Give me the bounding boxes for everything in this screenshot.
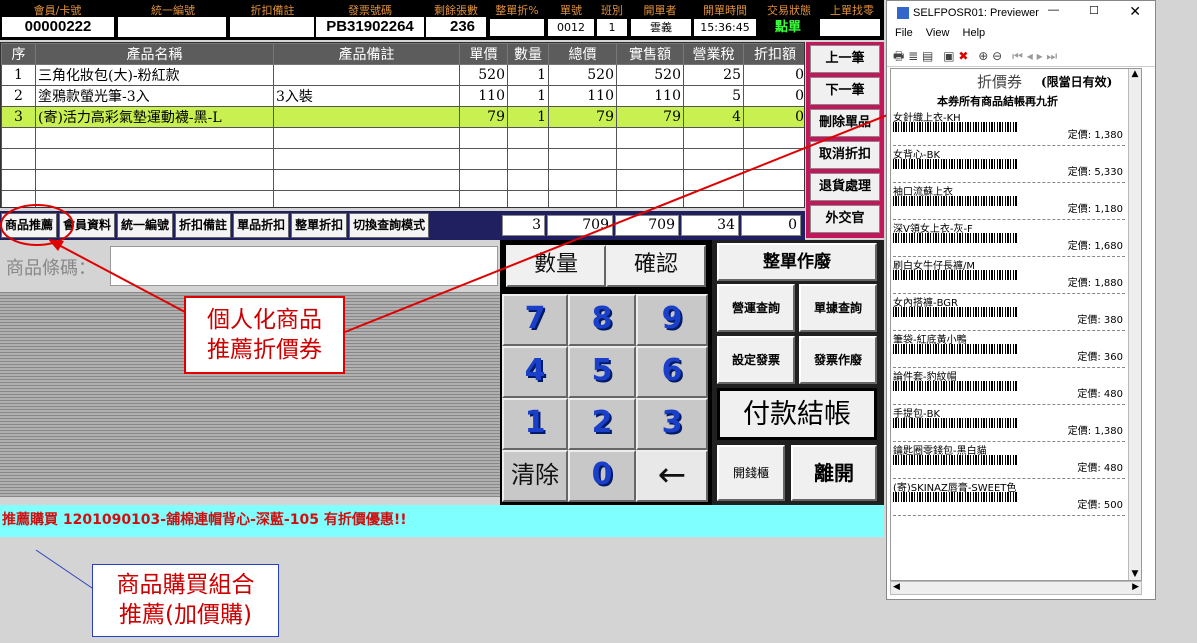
prev-page-icon[interactable]: ◂	[1027, 49, 1033, 63]
close-preview-icon[interactable]: ✖	[958, 49, 968, 63]
coupon-item-name: 女內搭褲-BGR	[893, 298, 958, 307]
coupon-item-name: 女針織上衣-KH	[893, 113, 961, 122]
coupon-item-name: 鑰匙圈零錢包-黑白貓	[893, 446, 987, 455]
coupon-callout-line2: 推薦折價券	[207, 337, 322, 363]
coupon-item: 論件套-豹紋帽定價: 480	[893, 368, 1125, 405]
vertical-scrollbar[interactable]: ▲ ▼	[1128, 69, 1141, 580]
coupon-document: 折價券 (限當日有效) 本券所有商品結帳再九折 女針織上衣-KH 定價: 1,38…	[890, 68, 1142, 581]
coupon-item: 深V領女上衣-灰-F 定價: 1,680	[893, 220, 1125, 257]
coupon-valid-note: (限當日有效)	[1041, 75, 1113, 89]
previewer-titlebar: SELFPOSR01: Previewer — ☐ ✕	[887, 1, 1155, 27]
scroll-right-icon[interactable]: ▶	[1132, 582, 1139, 592]
barcode	[893, 307, 1017, 317]
last-page-icon[interactable]: ⏭	[1046, 49, 1057, 63]
menu-file[interactable]: File	[895, 27, 913, 39]
previewer-title: SELFPOSR01: Previewer	[913, 7, 1039, 19]
coupon-item-price: 定價: 1,180	[1067, 204, 1123, 215]
zoom-out-icon[interactable]: ⊖	[992, 49, 1002, 63]
previewer-toolbar: 🖶 ≣ ▤ ▣ ✖ ⊕ ⊖ ⏮ ◂ ▸ ⏭	[887, 45, 1155, 67]
coupon-callout: 個人化商品 推薦折價券	[184, 296, 345, 374]
coupon-item-name: 女背心-BK	[893, 150, 941, 159]
coupon-item-name: 手提包-BK	[893, 409, 941, 418]
combo-callout-line1: 商品購買組合	[116, 572, 255, 598]
scroll-down-icon[interactable]: ▼	[1129, 569, 1141, 580]
coupon-item-price: 定價: 480	[1077, 389, 1123, 400]
coupon-item: 女內搭褲-BGR 定價: 380	[893, 294, 1125, 331]
maximize-icon[interactable]: ☐	[1089, 4, 1099, 17]
coupon-item-price: 定價: 1,380	[1067, 426, 1123, 437]
coupon-item: (寄)SKINAZ唇膏-SWEET色定價: 500	[893, 479, 1125, 516]
coupon-item-price: 定價: 1,880	[1067, 278, 1123, 289]
barcode	[893, 270, 1017, 280]
coupon-item-price: 定價: 1,380	[1067, 130, 1123, 141]
coupon-item-price: 定價: 360	[1077, 352, 1123, 363]
setup-icon[interactable]: ≣	[908, 49, 918, 63]
coupon-item-name: 論件套-豹紋帽	[893, 372, 957, 381]
export-icon[interactable]: ▣	[943, 49, 954, 63]
coupon-item: 女背心-BK 定價: 5,330	[893, 146, 1125, 183]
minimize-icon[interactable]: —	[1048, 4, 1059, 16]
first-page-icon[interactable]: ⏮	[1012, 49, 1023, 63]
barcode	[893, 344, 1017, 354]
coupon-item-name: 筆袋-紅底黃小鴨	[893, 335, 967, 344]
coupon-item-price: 定價: 480	[1077, 463, 1123, 474]
barcode	[893, 418, 1017, 428]
coupon-title: 折價券	[977, 73, 1023, 91]
coupon-item-name: 深V領女上衣-灰-F	[893, 224, 973, 233]
barcode	[893, 455, 1017, 465]
barcode	[893, 196, 1017, 206]
menu-help[interactable]: Help	[963, 27, 986, 39]
coupon-item-name: (寄)SKINAZ唇膏-SWEET色	[893, 483, 1017, 492]
barcode	[893, 381, 1017, 391]
next-page-icon[interactable]: ▸	[1037, 49, 1043, 63]
coupon-item: 袖口流蘇上衣定價: 1,180	[893, 183, 1125, 220]
scroll-left-icon[interactable]: ◀	[893, 582, 900, 592]
previewer-window: SELFPOSR01: Previewer — ☐ ✕ File View He…	[886, 0, 1156, 600]
coupon-item-price: 定價: 5,330	[1067, 167, 1123, 178]
coupon-callout-line1: 個人化商品	[207, 307, 322, 333]
save-icon[interactable]: ▤	[922, 49, 933, 63]
coupon-item-name: 刷白女牛仔長褲/M	[893, 261, 975, 270]
previewer-menubar: File View Help	[887, 27, 1155, 45]
combo-callout: 商品購買組合 推薦(加價購)	[92, 564, 279, 637]
barcode	[893, 233, 1017, 243]
close-icon[interactable]: ✕	[1129, 3, 1141, 20]
scroll-up-icon[interactable]: ▲	[1129, 69, 1141, 82]
coupon-item-price: 定價: 380	[1077, 315, 1123, 326]
barcode	[893, 122, 1017, 132]
app-icon	[897, 7, 909, 20]
coupon-item-name: 袖口流蘇上衣	[893, 187, 953, 196]
coupon-subtitle: 本券所有商品結帳再九折	[937, 95, 1058, 108]
menu-view[interactable]: View	[926, 27, 950, 39]
coupon-item: 刷白女牛仔長褲/M 定價: 1,880	[893, 257, 1125, 294]
horizontal-scrollbar[interactable]: ◀ ▶	[890, 581, 1142, 595]
zoom-in-icon[interactable]: ⊕	[978, 49, 988, 63]
coupon-item: 女針織上衣-KH 定價: 1,380	[893, 109, 1125, 146]
combo-callout-line2: 推薦(加價購)	[119, 602, 252, 628]
barcode	[893, 492, 1017, 502]
coupon-item: 手提包-BK 定價: 1,380	[893, 405, 1125, 442]
print-icon[interactable]: 🖶	[893, 49, 904, 63]
coupon-item: 筆袋-紅底黃小鴨定價: 360	[893, 331, 1125, 368]
barcode	[893, 159, 1017, 169]
coupon-item: 鑰匙圈零錢包-黑白貓定價: 480	[893, 442, 1125, 479]
coupon-item-price: 定價: 1,680	[1067, 241, 1123, 252]
coupon-item-price: 定價: 500	[1077, 500, 1123, 511]
